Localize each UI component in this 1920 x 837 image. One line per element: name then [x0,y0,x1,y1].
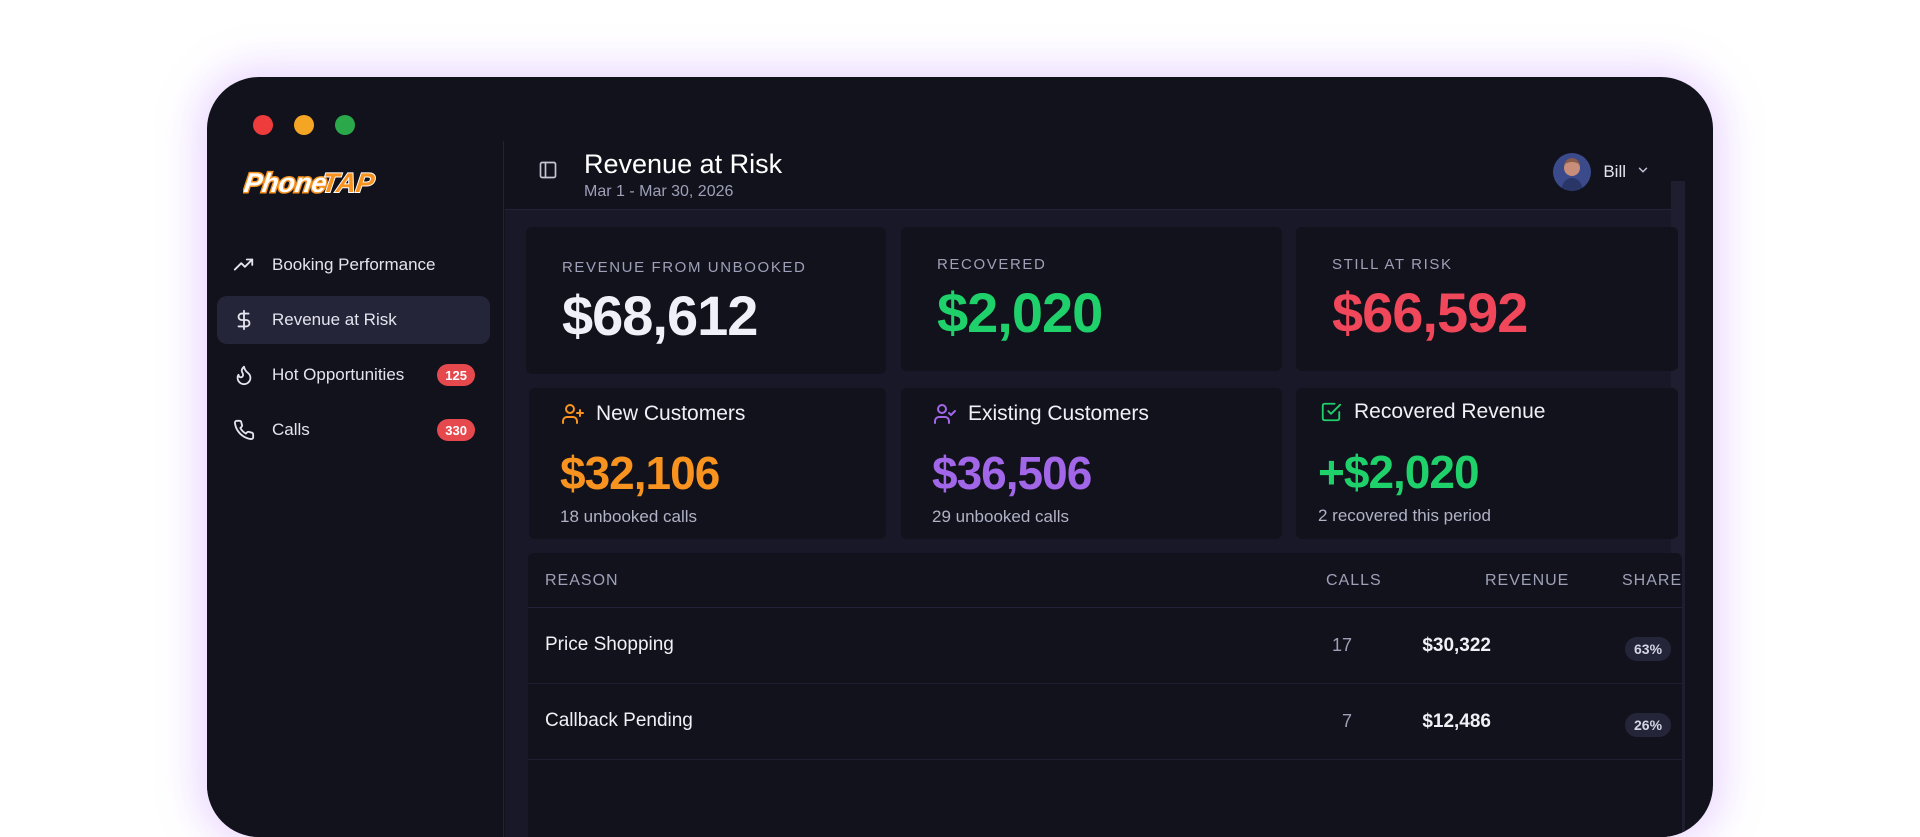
trending-up-icon [232,253,256,277]
row-revenue: $30,322 [1422,635,1491,656]
window-controls [253,115,355,135]
recovered-revenue-header: Recovered Revenue [1318,399,1545,425]
existing-customers-header: Existing Customers [932,401,1149,427]
sidebar-item-hot-opportunities[interactable]: Hot Opportunities 125 [217,351,490,399]
new-customers-value: $32,106 [560,447,720,499]
existing-customers-title: Existing Customers [968,402,1149,425]
main-content: Revenue at Risk Mar 1 - Mar 30, 2026 Bil… [505,141,1685,837]
top-bar: Revenue at Risk Mar 1 - Mar 30, 2026 Bil… [505,141,1685,210]
minimize-window-button[interactable] [294,115,314,135]
row-share-badge: 26% [1625,713,1672,737]
calls-count-badge: 330 [437,419,475,441]
still-at-risk-label: STILL AT RISK [1332,256,1453,273]
sidebar-item-label: Calls [272,420,310,439]
dollar-icon [232,308,256,332]
column-header-share[interactable]: SHARE [1622,572,1682,590]
sidebar-nav: Booking Performance Revenue at Risk Hot … [217,241,490,461]
svg-text:TAP: TAP [320,167,377,198]
svg-text:Phone: Phone [243,167,329,198]
maximize-window-button[interactable] [335,115,355,135]
revenue-unbooked-card: REVENUE FROM UNBOOKED $68,612 [526,227,886,374]
chevron-down-icon [1636,163,1650,182]
column-header-reason[interactable]: REASON [545,572,619,590]
sidebar-item-revenue-at-risk[interactable]: Revenue at Risk [217,296,490,344]
row-calls: 17 [1331,635,1352,655]
phonetap-logo[interactable]: Phone TAP [241,164,379,205]
new-customers-title: New Customers [596,402,746,425]
new-customers-card: New Customers $32,106 18 unbooked calls [529,388,886,539]
sidebar-item-booking-performance[interactable]: Booking Performance [217,241,490,289]
recovered-card: RECOVERED $2,020 [901,227,1282,371]
sidebar-item-label: Revenue at Risk [272,310,397,329]
row-calls: 7 [1341,711,1352,731]
recovered-revenue-value: +$2,020 [1318,446,1480,498]
flame-icon [232,363,256,387]
existing-customers-card: Existing Customers $36,506 29 unbooked c… [901,388,1282,539]
new-customers-sub: 18 unbooked calls [560,507,698,526]
row-revenue: $12,486 [1422,711,1491,732]
recovered-value: $2,020 [937,281,1103,344]
avatar [1553,153,1592,191]
sidebar-toggle-icon[interactable] [538,160,560,182]
new-customers-header: New Customers [560,401,745,427]
sidebar-item-label: Hot Opportunities [272,365,405,384]
row-reason: Price Shopping [545,634,674,655]
user-name: Bill [1603,162,1626,181]
revenue-unbooked-label: REVENUE FROM UNBOOKED [562,259,807,276]
date-range: Mar 1 - Mar 30, 2026 [584,183,734,200]
user-check-icon [932,401,958,427]
column-header-calls[interactable]: CALLS [1326,572,1382,590]
reasons-table: REASON CALLS REVENUE SHARE Price Shoppin… [528,553,1682,837]
sidebar-item-label: Booking Performance [272,255,436,274]
page-title: Revenue at Risk [584,149,783,179]
still-at-risk-card: STILL AT RISK $66,592 [1296,227,1678,371]
user-menu[interactable]: Bill [1553,153,1650,191]
revenue-unbooked-value: $68,612 [562,284,758,347]
recovered-revenue-sub: 2 recovered this period [1318,506,1491,525]
close-window-button[interactable] [253,115,273,135]
existing-customers-value: $36,506 [932,447,1092,499]
recovered-revenue-title: Recovered Revenue [1354,400,1546,423]
existing-customers-sub: 29 unbooked calls [932,507,1070,526]
table-row[interactable]: Price Shopping 17 $30,322 63% [528,608,1682,684]
table-row[interactable]: Callback Pending 7 $12,486 26% [528,684,1682,760]
column-header-revenue[interactable]: REVENUE [1485,572,1569,590]
app-window: Phone TAP Booking Performance Revenue at… [207,77,1713,837]
recovered-label: RECOVERED [937,256,1047,273]
still-at-risk-value: $66,592 [1332,281,1528,344]
sidebar: Phone TAP Booking Performance Revenue at… [207,141,504,837]
check-square-icon [1318,399,1344,425]
recovered-revenue-card: Recovered Revenue +$2,020 2 recovered th… [1296,388,1678,539]
sidebar-item-calls[interactable]: Calls 330 [217,406,490,454]
user-plus-icon [560,401,586,427]
row-share-badge: 63% [1625,637,1672,661]
hot-opportunities-count-badge: 125 [437,364,475,386]
phone-icon [232,418,256,442]
row-reason: Callback Pending [545,710,693,731]
